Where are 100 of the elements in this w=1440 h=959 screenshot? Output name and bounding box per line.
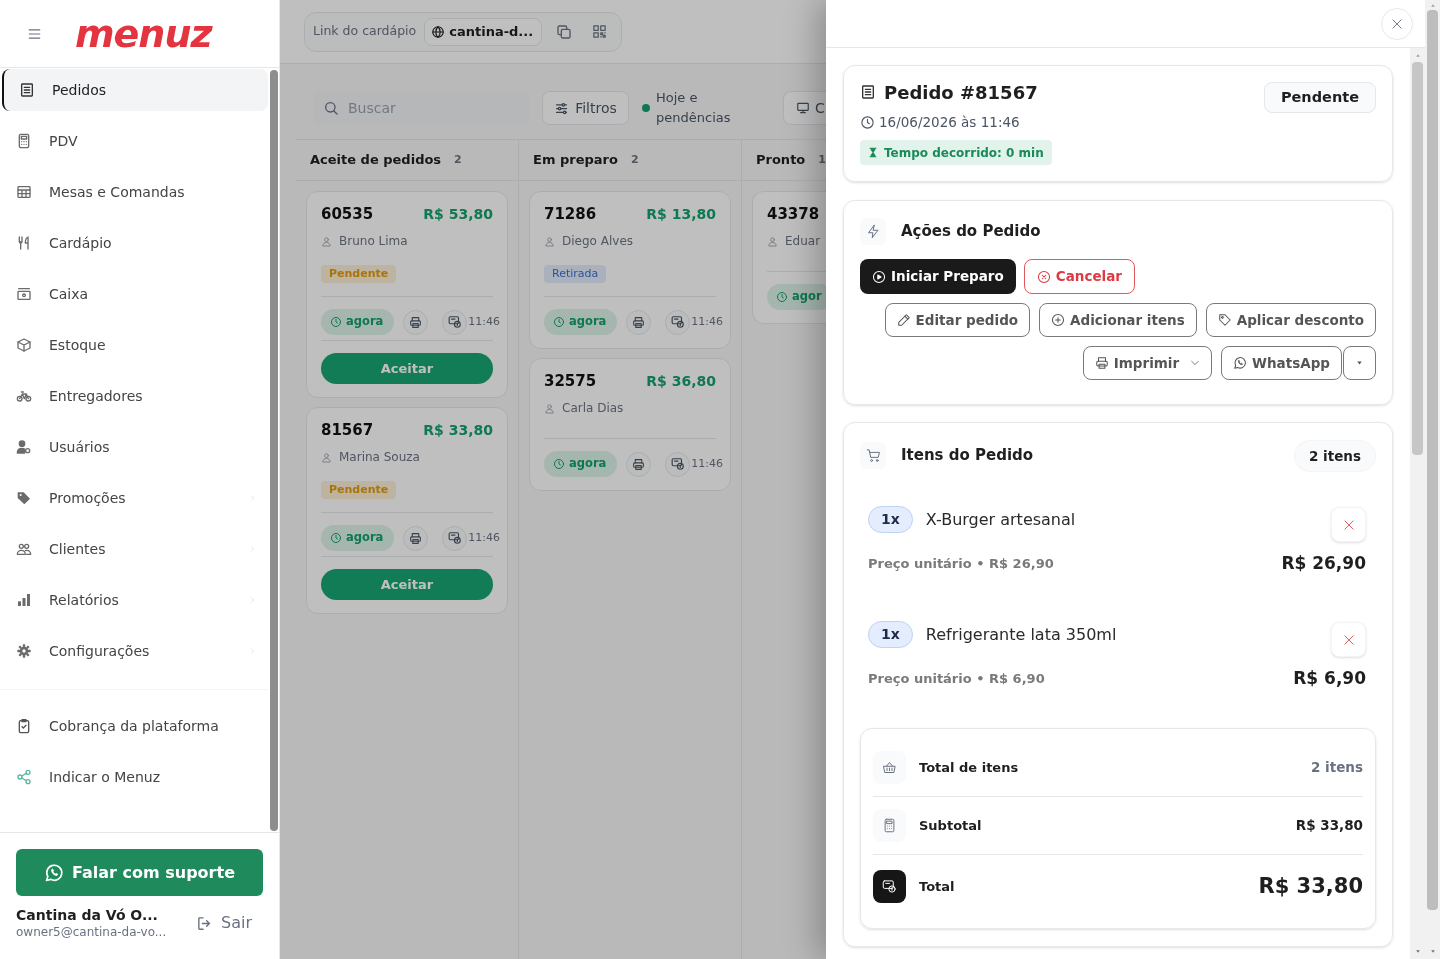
scrollbar[interactable]	[270, 70, 278, 831]
nav-item[interactable]: Clientes	[2, 528, 268, 570]
whatsapp-button[interactable]: WhatsApp	[1221, 346, 1342, 380]
column-count: 1	[818, 151, 826, 168]
status-badge: Pendente	[321, 481, 397, 499]
nav-item[interactable]: Cobrança da plataforma	[2, 705, 268, 747]
account-name: Cantina da Vó O...	[16, 906, 159, 924]
column-count: 2	[630, 151, 639, 168]
nav-item[interactable]: Caixa	[2, 273, 268, 315]
column-count: 2	[454, 151, 462, 168]
add-items-button[interactable]: Adicionar itens	[1039, 303, 1197, 337]
order-total: R$ 33,80	[423, 420, 493, 440]
order-card[interactable]: 32575 R$ 36,80 Carla Dias agora 11:46	[529, 358, 731, 491]
user-icon	[321, 235, 332, 247]
calculator-icon	[873, 809, 906, 842]
elapsed-time: agora	[569, 313, 607, 331]
nav-item[interactable]: Entregadores	[2, 375, 268, 417]
status-badge: Pendente	[1263, 82, 1376, 113]
copy-button[interactable]	[556, 23, 573, 40]
status-badge: Pendente	[321, 265, 397, 283]
printer-icon	[409, 531, 423, 545]
print-button[interactable]: Imprimir	[1082, 346, 1213, 380]
user-icon	[321, 451, 332, 463]
plus-circle-icon	[1051, 313, 1066, 327]
column-title: Em preparo	[533, 151, 618, 170]
order-card[interactable]: 71286 R$ 13,80 Diego Alves Retirada agora 11:46	[529, 191, 731, 349]
close-icon	[1390, 16, 1404, 31]
menu-icon	[27, 26, 42, 41]
order-time: 11:46	[691, 313, 724, 330]
customer-name: Bruno Lima	[339, 233, 408, 250]
discount-button[interactable]: Aplicar desconto	[1205, 303, 1376, 337]
play-icon	[872, 269, 886, 284]
qr-code-icon	[592, 24, 608, 39]
bolt-icon	[860, 217, 886, 245]
order-card[interactable]: 60535 R$ 53,80 Bruno Lima Pendente agora 11:46 Aceitar	[306, 191, 508, 398]
scrollbar-thumb[interactable]	[1412, 62, 1423, 455]
view-button[interactable]: C	[783, 91, 826, 125]
nav-item[interactable]: Cardápio	[2, 222, 268, 264]
nav-item[interactable]: Relatórios	[2, 579, 268, 621]
nav-item[interactable]: Mesas e Comandas	[2, 171, 268, 213]
elapsed-time: Tempo decorrido: 0 min	[884, 144, 1044, 162]
item-total: R$ 6,90	[1293, 667, 1366, 691]
menu-link-button[interactable]: cantina-d...	[424, 17, 543, 46]
tag-icon	[16, 490, 32, 506]
start-button[interactable]: Iniciar Preparo	[860, 259, 1016, 294]
filters-button[interactable]: Filtros	[542, 91, 629, 125]
dropdown-button[interactable]	[1343, 346, 1376, 380]
link-label: Link do cardápio	[313, 22, 417, 41]
money-icon	[873, 870, 906, 903]
print-button[interactable]	[403, 525, 429, 551]
nav-item[interactable]: PDV	[2, 120, 268, 162]
money-icon	[442, 525, 468, 551]
pencil-icon	[896, 313, 911, 327]
section-title: Itens do Pedido	[901, 445, 1034, 467]
order-card[interactable]: 43378 Eduar agor	[752, 191, 826, 324]
order-number: 81567	[321, 419, 374, 441]
close-icon	[1341, 632, 1356, 647]
support-button[interactable]: Falar com suporte	[16, 849, 263, 896]
nav-item[interactable]: Indicar o Menuz	[2, 756, 268, 798]
scrollbar-thumb[interactable]	[1427, 10, 1438, 910]
status-dot-icon	[642, 104, 650, 112]
edit-button[interactable]: Editar pedido	[884, 303, 1031, 337]
nav-item[interactable]: Estoque	[2, 324, 268, 366]
cancel-button[interactable]: Cancelar	[1023, 259, 1135, 294]
nav-item[interactable]: Pedidos	[2, 69, 268, 111]
logout-button[interactable]: Sair	[196, 911, 252, 935]
x-circle-icon	[1036, 269, 1051, 284]
money-icon	[665, 309, 691, 335]
clipboard-check-icon	[16, 718, 32, 734]
order-title: Pedido #81567	[884, 80, 1038, 105]
settings-icon	[16, 643, 32, 659]
menu-button[interactable]	[27, 26, 42, 41]
cart-icon	[860, 442, 886, 469]
customer-name: Diego Alves	[562, 233, 633, 250]
whatsapp-icon	[44, 862, 64, 883]
qr-code-button[interactable]	[592, 24, 608, 39]
print-button[interactable]	[403, 309, 429, 335]
order-number: 32575	[544, 370, 597, 392]
hourglass-icon	[868, 147, 878, 158]
print-button[interactable]	[626, 309, 652, 335]
printer-icon	[632, 315, 646, 329]
nav-item[interactable]: Configurações	[2, 630, 268, 672]
scrollbar[interactable]	[1410, 48, 1425, 959]
quantity-badge: 1x	[868, 506, 913, 533]
basket-icon	[873, 751, 906, 784]
period-filter[interactable]: Hoje e pendências	[642, 88, 734, 128]
customer-name: Marina Souza	[339, 449, 420, 466]
nav-item[interactable]: Promoções	[2, 477, 268, 519]
chevron-down-icon	[1190, 358, 1201, 368]
elapsed-time: agora	[346, 529, 384, 547]
print-button[interactable]	[626, 451, 652, 477]
order-number: 71286	[544, 203, 597, 225]
unit-price: Preço unitário • R$ 6,90	[868, 670, 1045, 689]
clock-icon	[330, 316, 342, 328]
scrollbar[interactable]	[1425, 0, 1440, 959]
nav-item[interactable]: Usuários	[2, 426, 268, 468]
whatsapp-icon	[1233, 356, 1248, 370]
user-icon	[544, 235, 555, 247]
users-icon	[16, 541, 32, 557]
order-card[interactable]: 81567 R$ 33,80 Marina Souza Pendente agora 11:46 Aceitar	[306, 407, 508, 614]
